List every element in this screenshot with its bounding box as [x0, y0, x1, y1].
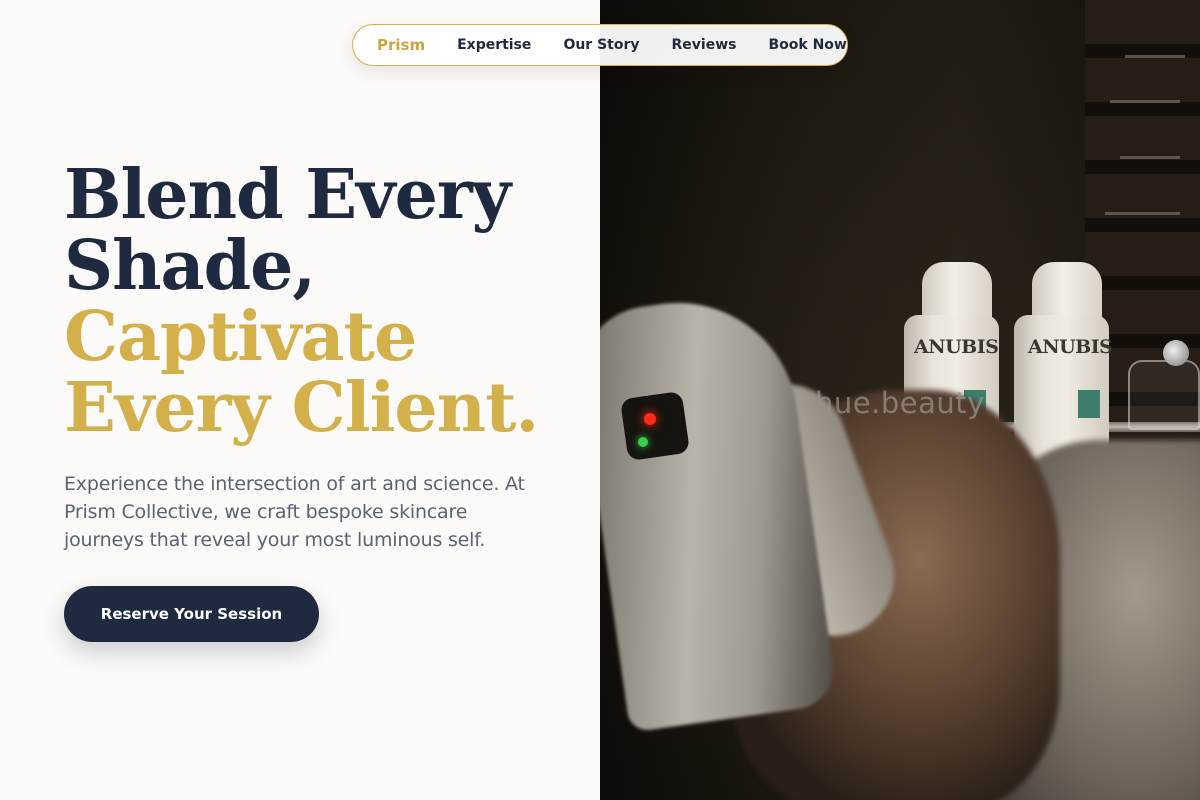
hero-lead-text: Experience the intersection of art and s… — [64, 473, 525, 551]
green-led-icon — [638, 437, 648, 447]
reserve-session-button[interactable]: Reserve Your Session — [64, 586, 319, 642]
headline-line-1: Blend Every — [64, 155, 511, 235]
top-navigation: Prism Expertise Our Story Reviews Book N… — [352, 24, 848, 66]
blind-highlight — [1105, 212, 1180, 215]
blind-highlight — [1110, 100, 1180, 103]
nav-brand-link[interactable]: Prism — [377, 36, 425, 54]
hero-section: Blend Every Shade, Captivate Every Clien… — [0, 0, 600, 800]
red-led-icon — [644, 413, 656, 425]
glass-jar — [1128, 360, 1200, 430]
bottle-cap — [1032, 262, 1102, 322]
hero-headline: Blend Every Shade, Captivate Every Clien… — [64, 160, 584, 444]
product-label: ANUBIS — [914, 336, 999, 358]
nav-item-reviews[interactable]: Reviews — [672, 37, 737, 53]
nav-item-expertise[interactable]: Expertise — [457, 37, 531, 53]
watermark: hue.beauty — [815, 386, 985, 420]
headline-line-2: Shade, — [64, 226, 316, 306]
bottle-cap — [922, 262, 992, 322]
headline-line-3: Captivate — [64, 297, 417, 377]
nav-item-our-story[interactable]: Our Story — [563, 37, 639, 53]
headline-line-4: Every Client. — [64, 368, 539, 448]
nav-item-book-now[interactable]: Book Now — [768, 37, 846, 53]
device-control-panel — [619, 390, 691, 462]
blind-highlight — [1120, 156, 1180, 159]
hero-photo: ANUBIS ANUBIS hue.beauty — [600, 0, 1200, 800]
product-label-accent — [1078, 390, 1100, 418]
blind-highlight — [1125, 55, 1185, 58]
product-label: ANUBIS — [1028, 336, 1113, 358]
jar-knob — [1163, 340, 1189, 366]
